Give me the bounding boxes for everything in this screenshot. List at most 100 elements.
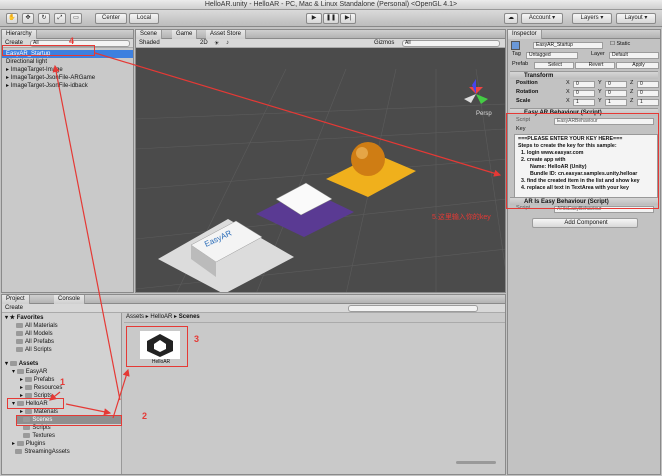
- pause-icon: ❚❚: [325, 15, 337, 21]
- rotation-z[interactable]: 0: [637, 90, 659, 97]
- static-checkbox[interactable]: ☐ Static: [610, 41, 630, 48]
- gizmos-dropdown[interactable]: Gizmos: [374, 40, 394, 46]
- rotate-tool-button[interactable]: ↻: [38, 13, 50, 24]
- hierarchy-item[interactable]: ▸ ImageTarget-JsonFile-idback: [6, 83, 88, 90]
- account-dropdown[interactable]: Account ▾: [521, 13, 563, 24]
- tab-inspector[interactable]: Inspector: [508, 30, 542, 39]
- annotation-box-scenes: [16, 415, 122, 426]
- icon-size-slider[interactable]: [456, 461, 496, 464]
- move-tool-button[interactable]: ✥: [22, 13, 34, 24]
- rotate-icon: ↻: [41, 15, 47, 21]
- search-icon: [16, 347, 23, 352]
- folder-item[interactable]: ▸ Plugins: [12, 441, 45, 448]
- tab-game[interactable]: Game: [172, 30, 198, 39]
- pause-button[interactable]: ❚❚: [323, 13, 339, 24]
- folder-item[interactable]: StreamingAssets: [12, 449, 70, 456]
- pivot-center-button[interactable]: Center: [95, 13, 127, 24]
- search-icon: [16, 331, 23, 336]
- layer-dropdown[interactable]: Default: [609, 52, 659, 59]
- folder-icon: [24, 409, 32, 414]
- annotation-box-key: [506, 113, 659, 209]
- folder-item[interactable]: Textures: [20, 433, 55, 440]
- play-icon: ▶: [311, 15, 317, 21]
- transform-header[interactable]: Transform: [510, 71, 658, 79]
- rect-tool-button[interactable]: ▭: [70, 13, 82, 24]
- folder-item[interactable]: ▸ Prefabs: [20, 377, 54, 384]
- scale-x[interactable]: 1: [573, 99, 595, 106]
- favorite-item[interactable]: All Scripts: [16, 347, 52, 354]
- breadcrumb: Assets ▸ HelloAR ▸ Scenes: [126, 314, 200, 320]
- layout-dropdown[interactable]: Layout ▾: [616, 13, 656, 24]
- favorite-item[interactable]: All Materials: [16, 323, 58, 330]
- annotation-box-helloar: [7, 398, 64, 409]
- rotation-x[interactable]: 0: [573, 90, 595, 97]
- position-y[interactable]: 0: [605, 81, 627, 88]
- create-dropdown[interactable]: Create: [5, 305, 23, 311]
- scale-y[interactable]: 1: [605, 99, 627, 106]
- folder-icon: [16, 369, 24, 374]
- add-component-button[interactable]: Add Component: [532, 218, 638, 228]
- object-name-field[interactable]: EasyAR_Startup: [533, 42, 603, 49]
- favorites-folder[interactable]: ▾ ★ Favorites: [5, 315, 43, 322]
- rect-icon: ▭: [73, 15, 79, 21]
- play-button[interactable]: ▶: [306, 13, 322, 24]
- tab-hierarchy[interactable]: Hierarchy: [2, 30, 37, 39]
- scene-search-input[interactable]: All: [402, 40, 500, 47]
- prefab-revert-button[interactable]: Revert: [575, 62, 615, 69]
- hierarchy-item[interactable]: ▸ ImageTarget-JsonFile-ARGame: [6, 75, 95, 82]
- sphere: [351, 142, 385, 176]
- audio-toggle-icon[interactable]: ♪: [226, 40, 229, 46]
- project-panel: Project Console Create ▾ ★ Favorites All…: [1, 294, 506, 475]
- step-button[interactable]: ▶|: [340, 13, 356, 24]
- orientation-gizmo[interactable]: [464, 79, 488, 104]
- project-search-input[interactable]: [348, 305, 478, 312]
- position-z[interactable]: 0: [637, 81, 659, 88]
- hierarchy-panel: Hierarchy Create All EasyAR_Startup Dire…: [1, 29, 134, 293]
- tab-console[interactable]: Console: [54, 295, 86, 304]
- folder-item[interactable]: ▸ Resources: [20, 385, 62, 392]
- scene-panel: Scene Game Asset Store Shaded 2D ☀ ♪ Giz…: [135, 29, 506, 293]
- folder-item[interactable]: Scripts: [20, 425, 51, 432]
- folder-item[interactable]: ▾ EasyAR: [12, 369, 47, 376]
- scale-tool-button[interactable]: ⤢: [54, 13, 66, 24]
- prefab-select-button[interactable]: Select: [534, 62, 574, 69]
- favorite-item[interactable]: All Models: [16, 331, 53, 338]
- shading-mode-dropdown[interactable]: Shaded: [139, 40, 160, 46]
- pivot-local-button[interactable]: Local: [129, 13, 159, 24]
- assets-folder[interactable]: ▾ Assets: [5, 361, 38, 368]
- scale-z[interactable]: 1: [637, 99, 659, 106]
- annotation-label: 1: [60, 377, 66, 387]
- hand-tool-button[interactable]: ✋: [6, 13, 18, 24]
- light-toggle-icon[interactable]: ☀: [214, 40, 219, 47]
- window-title: HelloAR.unity - HelloAR - PC, Mac & Linu…: [0, 0, 662, 10]
- annotation-label: 2: [142, 411, 148, 421]
- folder-icon: [15, 449, 23, 454]
- cloud-button[interactable]: ☁: [504, 13, 518, 24]
- tag-dropdown[interactable]: Untagged: [526, 52, 578, 59]
- annotation-box-hierarchy: [2, 45, 95, 56]
- position-x[interactable]: 0: [573, 81, 595, 88]
- scene-viewport[interactable]: EasyAR Persp: [136, 49, 506, 293]
- annotation-label: 4: [69, 36, 75, 46]
- scale-icon: ⤢: [57, 15, 63, 21]
- main-toolbar: ✋ ✥ ↻ ⤢ ▭ Center Local ▶ ❚❚ ▶| ☁ Account…: [0, 10, 662, 27]
- persp-label[interactable]: Persp: [476, 111, 492, 117]
- layers-dropdown[interactable]: Layers ▾: [572, 13, 612, 24]
- folder-icon: [24, 377, 32, 382]
- folder-icon: [9, 361, 17, 366]
- step-icon: ▶|: [344, 15, 352, 21]
- search-icon: [16, 323, 23, 328]
- search-icon: [16, 339, 23, 344]
- tab-scene[interactable]: Scene: [136, 30, 163, 39]
- folder-icon: [23, 433, 31, 438]
- rotation-y[interactable]: 0: [605, 90, 627, 97]
- hand-icon: ✋: [8, 15, 16, 21]
- favorite-item[interactable]: All Prefabs: [16, 339, 54, 346]
- tab-asset-store[interactable]: Asset Store: [206, 30, 247, 39]
- move-icon: ✥: [25, 15, 31, 21]
- hierarchy-item[interactable]: ▸ ImageTarget-Image: [6, 67, 63, 74]
- prefab-apply-button[interactable]: Apply: [616, 62, 659, 69]
- hierarchy-item[interactable]: Directional light: [6, 59, 47, 66]
- 2d-toggle[interactable]: 2D: [200, 40, 208, 46]
- tab-project[interactable]: Project: [2, 295, 30, 304]
